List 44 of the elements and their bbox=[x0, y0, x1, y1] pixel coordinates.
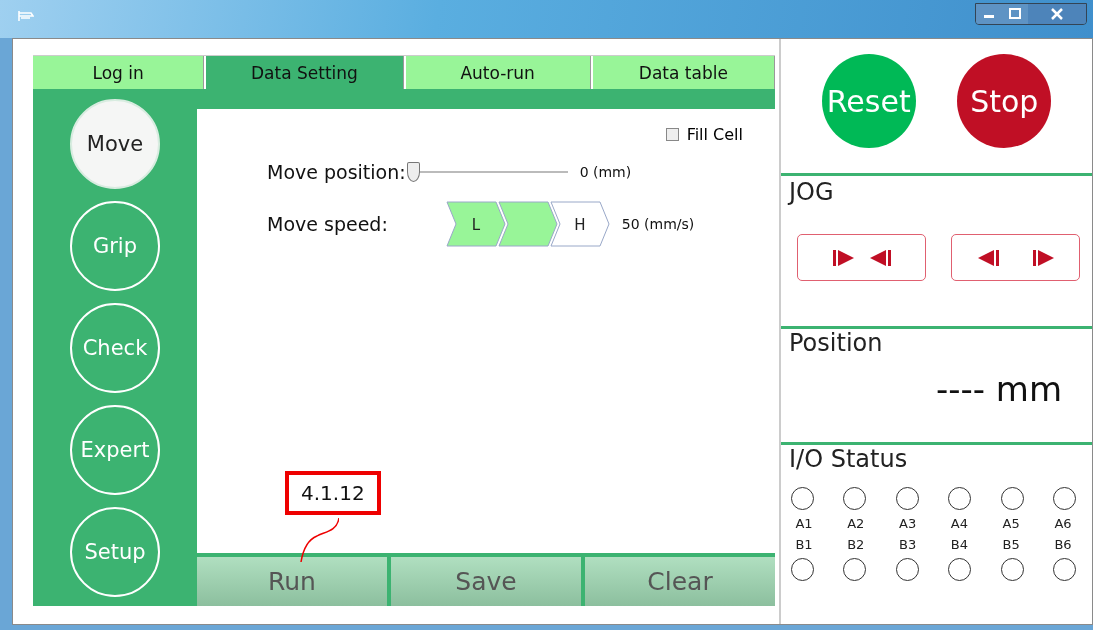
action-button[interactable]: Clear bbox=[585, 557, 775, 606]
tab[interactable]: Log in bbox=[33, 56, 205, 89]
io-label: A1 bbox=[794, 516, 814, 531]
app-icon bbox=[18, 10, 34, 22]
reading: 0 (mm) bbox=[579, 164, 632, 180]
io-label: A4 bbox=[949, 516, 969, 531]
tab[interactable]: Auto-run bbox=[405, 56, 591, 89]
jog-outward-button[interactable] bbox=[951, 234, 1080, 281]
io-label: B4 bbox=[949, 537, 969, 552]
io-label: A2 bbox=[846, 516, 866, 531]
mode-button[interactable]: Move bbox=[70, 99, 160, 189]
io-label: B2 bbox=[846, 537, 866, 552]
field-label: Move speed: bbox=[267, 213, 388, 235]
section-title: JOG bbox=[786, 178, 834, 206]
speed-segment[interactable]: L bbox=[445, 201, 506, 247]
section-title: Position bbox=[788, 329, 883, 357]
io-label: A5 bbox=[1001, 516, 1021, 531]
io-label: B6 bbox=[1053, 537, 1073, 552]
close-icon[interactable] bbox=[1028, 4, 1086, 24]
io-label: A6 bbox=[1053, 516, 1073, 531]
diverging-arrows-icon bbox=[977, 248, 1054, 267]
reading: 50 (mm/s) bbox=[621, 216, 695, 232]
action-button[interactable]: Save bbox=[391, 557, 581, 606]
speed-segment[interactable]: H bbox=[549, 201, 610, 247]
speed-segment[interactable] bbox=[497, 201, 558, 247]
tab[interactable]: Data table bbox=[592, 56, 775, 89]
tab[interactable]: Data Setting bbox=[206, 56, 404, 89]
stop-button[interactable]: Stop bbox=[957, 54, 1052, 148]
io-label: B1 bbox=[794, 537, 814, 552]
action-button[interactable]: Run bbox=[197, 557, 387, 606]
converging-arrows-icon bbox=[832, 248, 891, 267]
io-label: B3 bbox=[898, 537, 918, 552]
minimize-icon[interactable] bbox=[976, 4, 1002, 24]
slider-thumb[interactable] bbox=[406, 162, 420, 182]
position-value: ---- mm bbox=[935, 369, 1063, 409]
checkbox[interactable] bbox=[665, 128, 679, 141]
io-label: A3 bbox=[898, 516, 918, 531]
jog-inward-button[interactable] bbox=[797, 234, 926, 281]
maximize-icon[interactable] bbox=[1002, 4, 1028, 24]
io-label: B5 bbox=[1001, 537, 1021, 552]
callout-label: 4.1.12 bbox=[285, 471, 381, 515]
section-title: I/O Status bbox=[788, 445, 908, 473]
field-label: Move position: bbox=[267, 161, 406, 183]
checkbox-label: Fill Cell bbox=[686, 125, 743, 144]
